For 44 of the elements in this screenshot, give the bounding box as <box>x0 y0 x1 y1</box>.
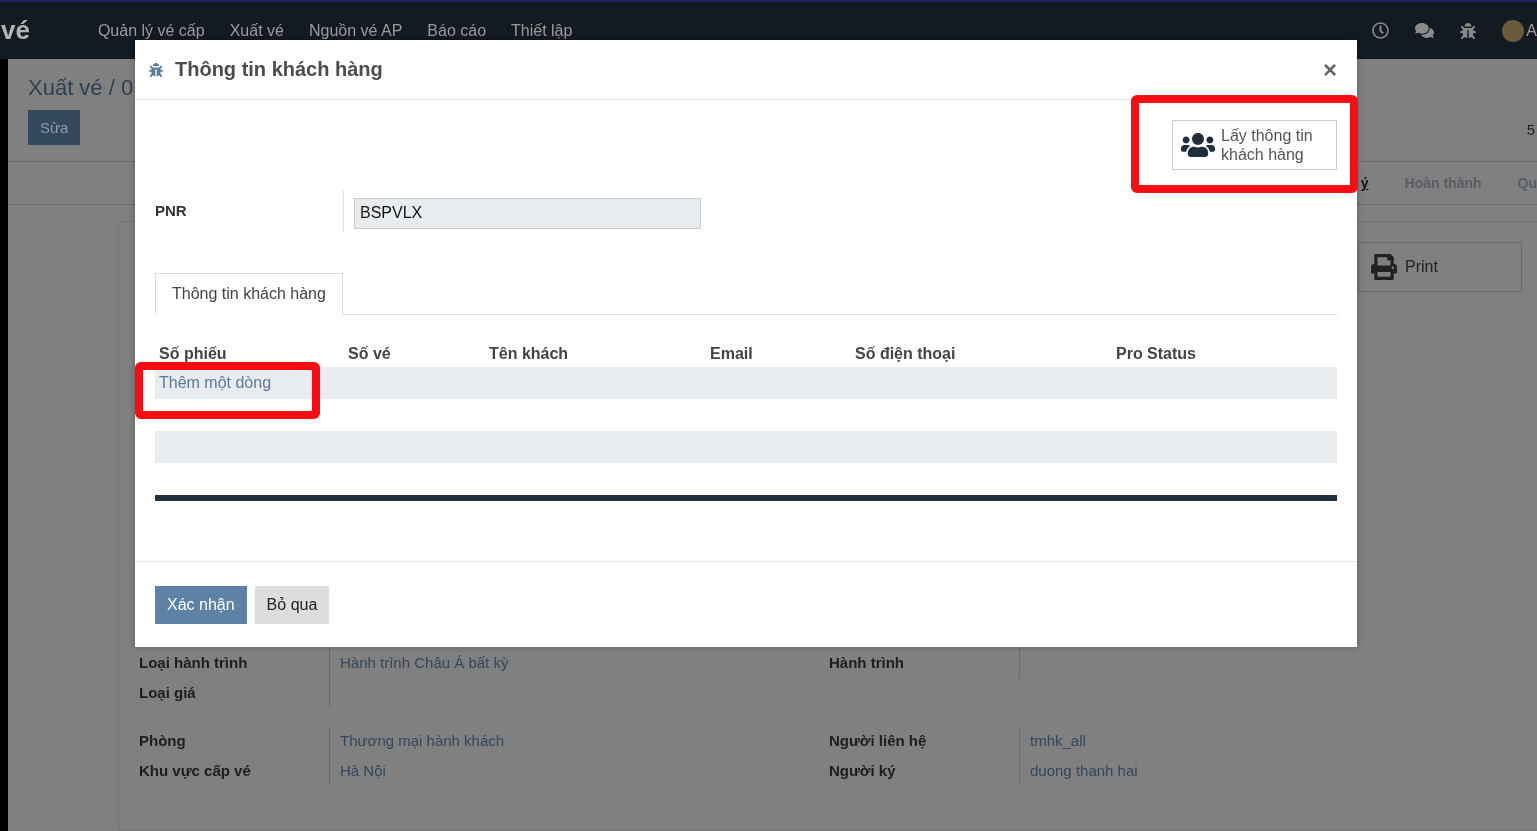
field-label: Người liên hệ <box>829 731 928 751</box>
menu-item[interactable]: Xuất vé <box>229 21 284 40</box>
field-value: Hà Nội <box>329 756 829 786</box>
dialog-title: Thông tin khách hàng <box>175 58 383 81</box>
user-name[interactable]: A <box>1526 21 1537 40</box>
close-button[interactable]: × <box>1323 55 1337 84</box>
bug-icon[interactable] <box>1460 22 1477 39</box>
edit-button[interactable]: Sửa <box>28 110 81 145</box>
menu-item[interactable]: Quản lý vé cấp <box>97 21 205 40</box>
printer-icon <box>1371 254 1397 280</box>
column-header: Số phiếu <box>159 345 228 363</box>
field-value: tmhk_all <box>1019 726 1537 756</box>
pager: 5 <box>1526 121 1535 138</box>
add-line-link[interactable]: Thêm một dòng <box>159 374 272 392</box>
field-value: Hành trình Châu Á bất kỳ <box>329 648 829 678</box>
field-label: Khu vực cấp vé <box>139 761 252 781</box>
pnr-field[interactable]: BSPVLX <box>354 197 701 229</box>
clock-icon[interactable] <box>1372 22 1390 39</box>
bug-icon <box>149 62 163 77</box>
fetch-customer-button[interactable]: Lấy thông tin khách hàng <box>1172 120 1337 170</box>
column-header: Pro Status <box>1116 345 1197 363</box>
field-label: PNR <box>155 190 344 232</box>
cancel-button[interactable]: Bỏ qua <box>254 585 330 624</box>
field-label: Người ký <box>829 761 897 781</box>
avatar[interactable] <box>1502 19 1525 42</box>
app-brand: vé <box>1 15 30 46</box>
confirm-button[interactable]: Xác nhận <box>155 585 247 624</box>
column-header: Email <box>710 345 754 363</box>
print-button[interactable]: Print <box>1358 242 1522 292</box>
breadcrumb: Xuất vé / 0 <box>28 75 135 101</box>
field-label: Hành trình <box>829 653 905 673</box>
column-header: Số vé <box>348 345 392 363</box>
column-header: Tên khách <box>489 345 570 363</box>
chat-icon[interactable] <box>1415 21 1435 40</box>
field-label: Loại giá <box>139 683 197 703</box>
field-label: Phòng <box>139 731 187 751</box>
field-value: Thương mại hành khách <box>329 726 829 756</box>
tab[interactable]: Thông tin khách hàng <box>155 273 343 315</box>
menu-item[interactable]: Báo cáo <box>427 21 487 40</box>
column-header: Số điện thoại <box>855 345 957 363</box>
menu-item[interactable]: Thiết lập <box>511 21 573 40</box>
menu-item[interactable]: Nguồn vé AP <box>308 21 403 40</box>
field-label: Loại hành trình <box>139 653 249 673</box>
field-value: duong thanh hai <box>1019 756 1537 786</box>
